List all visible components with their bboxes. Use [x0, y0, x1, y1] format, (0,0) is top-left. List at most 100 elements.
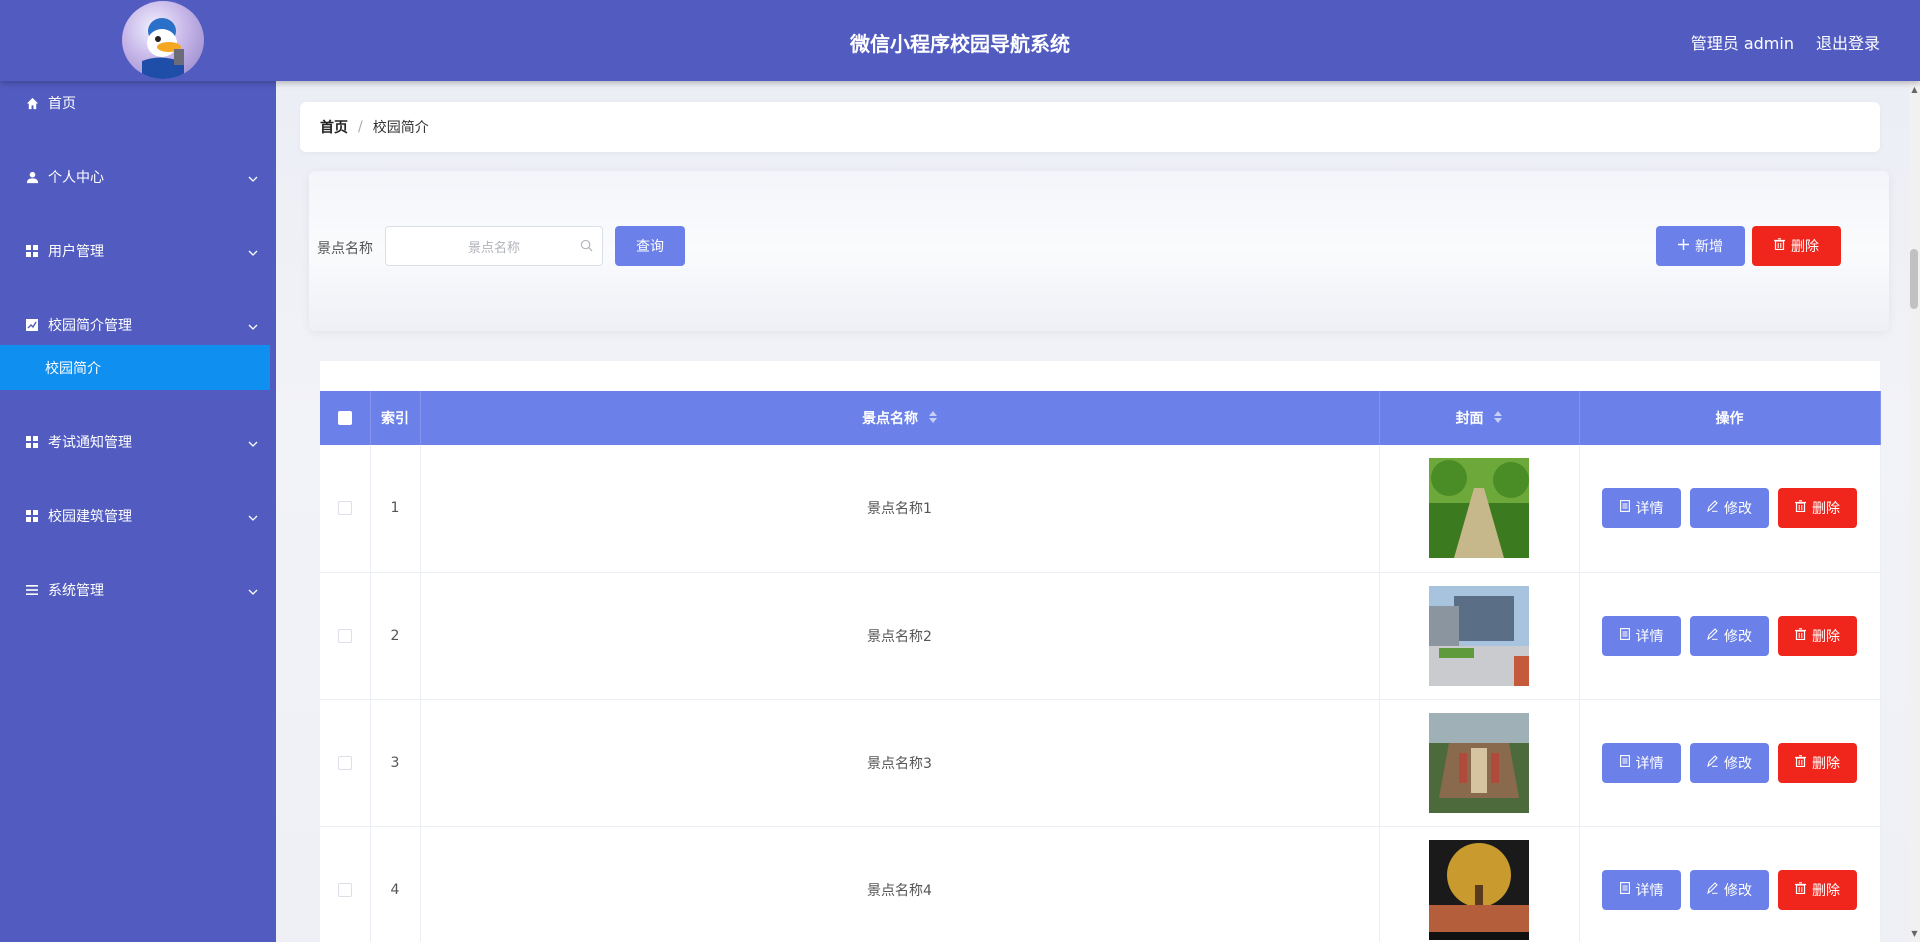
delete-label: 删除	[1812, 501, 1840, 518]
top-header: 微信小程序校园导航系统 管理员 admin 退出登录	[0, 0, 1920, 81]
breadcrumb: 首页 / 校园简介	[300, 102, 1880, 152]
delete-button[interactable]: 删除	[1778, 488, 1857, 529]
detail-button[interactable]: 详情	[1602, 742, 1681, 783]
cover-image[interactable]	[1429, 712, 1529, 813]
detail-label: 详情	[1635, 755, 1664, 772]
edit-label: 修改	[1724, 501, 1752, 518]
table-header-row: 索引 景点名称 封面 操作	[320, 391, 1881, 445]
search-label: 景点名称	[317, 241, 373, 257]
row-name: 景点名称1	[420, 445, 1380, 573]
table-row: 2 景点名称2 详情 修改 删除	[320, 572, 1881, 700]
chevron-down-icon	[248, 245, 258, 261]
sidebar-subitem-campus-intro[interactable]: 校园简介	[0, 345, 270, 390]
delete-label: 删除	[1812, 882, 1840, 899]
delete-button[interactable]: 删除	[1778, 869, 1857, 910]
breadcrumb-home[interactable]: 首页	[320, 117, 348, 137]
sidebar-item-label: 首页	[48, 96, 76, 112]
pencil-icon	[1707, 627, 1718, 644]
document-icon	[1619, 500, 1630, 516]
user-label: 管理员 admin	[1690, 34, 1794, 53]
plus-icon	[1678, 238, 1689, 254]
chart-icon	[24, 319, 40, 331]
detail-label: 详情	[1635, 882, 1664, 899]
table-row: 1 景点名称1 详情 修改 删除	[320, 445, 1881, 573]
row-index: 3	[370, 699, 421, 827]
sidebar-item-campus-intro[interactable]: 校园简介管理	[0, 305, 276, 345]
list-icon	[24, 584, 40, 596]
row-checkbox[interactable]	[337, 755, 352, 770]
column-header-name-label: 景点名称	[862, 411, 919, 427]
chevron-down-icon	[248, 584, 258, 600]
sidebar-item-exam-notice[interactable]: 考试通知管理	[0, 422, 276, 462]
select-all-header	[320, 391, 371, 445]
row-index: 1	[370, 445, 421, 573]
grid-icon	[24, 436, 40, 448]
row-index: 2	[370, 572, 421, 700]
delete-button[interactable]: 删除	[1778, 742, 1857, 783]
column-header-index: 索引	[370, 391, 421, 445]
sidebar-item-users[interactable]: 用户管理	[0, 231, 276, 271]
home-icon	[24, 97, 40, 110]
scroll-up-icon[interactable]: ▲	[1910, 85, 1919, 94]
row-checkbox[interactable]	[337, 882, 352, 897]
row-index: 4	[370, 826, 421, 942]
grid-icon	[24, 245, 40, 257]
cover-image[interactable]	[1429, 458, 1529, 559]
search-icon	[580, 239, 593, 256]
column-header-cover[interactable]: 封面	[1379, 391, 1580, 445]
select-all-checkbox[interactable]	[337, 411, 352, 425]
add-button[interactable]: 新增	[1656, 226, 1745, 266]
chevron-down-icon	[248, 436, 258, 452]
sidebar-item-personal[interactable]: 个人中心	[0, 157, 276, 197]
edit-button[interactable]: 修改	[1690, 615, 1769, 656]
batch-delete-button[interactable]: 删除	[1752, 226, 1841, 266]
edit-button[interactable]: 修改	[1690, 488, 1769, 529]
app-title: 微信小程序校园导航系统	[850, 32, 1070, 56]
detail-button[interactable]: 详情	[1602, 869, 1681, 910]
cover-image[interactable]	[1429, 839, 1529, 940]
page-scrollbar[interactable]: ▲ ▼	[1909, 81, 1920, 942]
breadcrumb-current: 校园简介	[372, 120, 429, 136]
sort-icon	[1494, 411, 1503, 427]
sidebar-item-label: 用户管理	[48, 244, 104, 260]
table-row: 3 景点名称3 详情 修改 删除	[320, 699, 1881, 827]
detail-button[interactable]: 详情	[1602, 615, 1681, 656]
delete-label: 删除	[1812, 755, 1840, 772]
scrollbar-thumb[interactable]	[1910, 249, 1918, 309]
trash-icon	[1795, 881, 1806, 898]
trash-icon	[1795, 627, 1806, 644]
row-checkbox[interactable]	[337, 501, 352, 516]
column-header-ops: 操作	[1579, 391, 1881, 445]
search-input[interactable]: 景点名称	[385, 226, 603, 266]
sidebar-item-label: 校园建筑管理	[48, 509, 132, 525]
delete-button[interactable]: 删除	[1778, 615, 1857, 656]
trash-icon	[1795, 754, 1806, 771]
document-icon	[1619, 627, 1630, 644]
add-button-label: 新增	[1695, 239, 1723, 255]
logout-button[interactable]: 退出登录	[1816, 30, 1880, 54]
column-header-name[interactable]: 景点名称	[420, 391, 1380, 445]
row-checkbox[interactable]	[337, 628, 352, 643]
detail-label: 详情	[1635, 628, 1664, 645]
sidebar-item-home[interactable]: 首页	[0, 83, 276, 123]
sidebar-item-system[interactable]: 系统管理	[0, 570, 276, 610]
data-table: 索引 景点名称 封面 操作 1 景点名称1 详情 修改 删除 2 景点名称2 详…	[320, 361, 1881, 942]
sidebar-item-label: 校园简介管理	[48, 318, 132, 334]
edit-label: 修改	[1724, 882, 1752, 899]
edit-button[interactable]: 修改	[1690, 869, 1769, 910]
row-name: 景点名称2	[420, 572, 1380, 700]
detail-button[interactable]: 详情	[1602, 488, 1681, 529]
query-button[interactable]: 查询	[615, 226, 685, 266]
sidebar: 首页 个人中心 用户管理 校园简介管理 校园简介 考试通知管理 校园建筑管理 系…	[0, 81, 276, 942]
breadcrumb-separator: /	[358, 119, 363, 135]
scroll-down-icon[interactable]: ▼	[1910, 929, 1919, 938]
edit-button[interactable]: 修改	[1690, 742, 1769, 783]
trash-icon	[1774, 238, 1785, 254]
pencil-icon	[1707, 500, 1718, 516]
cover-image[interactable]	[1429, 585, 1529, 686]
sidebar-item-label: 考试通知管理	[48, 435, 132, 451]
edit-label: 修改	[1724, 628, 1752, 645]
sidebar-item-buildings[interactable]: 校园建筑管理	[0, 496, 276, 536]
document-icon	[1619, 754, 1630, 771]
table-row: 4 景点名称4 详情 修改 删除	[320, 826, 1881, 942]
